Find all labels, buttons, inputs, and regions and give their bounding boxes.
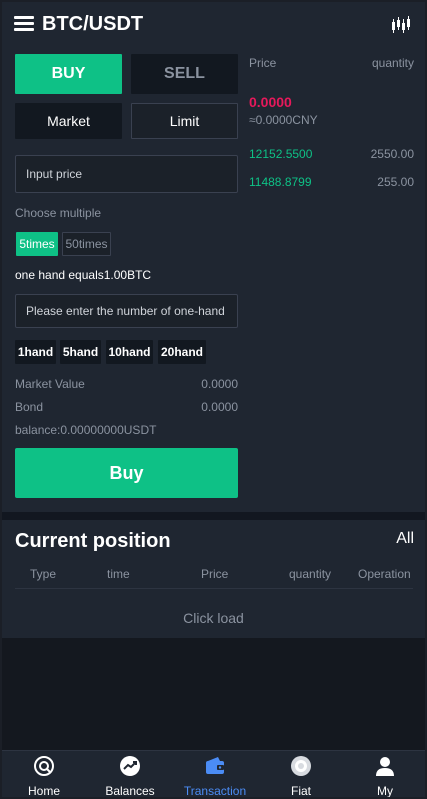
orderbook-row-price[interactable]: 11488.8799 — [249, 175, 312, 189]
nav-label: My — [377, 784, 393, 797]
app-frame: BTC/USDT BUY SELL Market Limit Input pri… — [2, 2, 425, 797]
sell-tab[interactable]: SELL — [131, 54, 238, 94]
balance-text: balance:0.00000000USDT — [15, 423, 157, 437]
orderbook-row-quantity: 255.00 — [377, 175, 414, 189]
multiple-5times[interactable]: 5times — [16, 232, 58, 256]
candlestick-chart-icon[interactable] — [391, 16, 411, 34]
home-icon — [34, 756, 54, 776]
price-input[interactable]: Input price — [15, 155, 238, 193]
market-value-label: Market Value — [15, 377, 85, 391]
orderbook-row-quantity: 2550.00 — [370, 147, 414, 161]
wallet-icon — [206, 757, 224, 774]
bottom-nav: Home Balances Transaction Fiat My — [2, 750, 425, 797]
nav-item-balances[interactable]: Balances — [88, 751, 172, 797]
choose-multiple-label: Choose multiple — [15, 206, 102, 220]
column-header-quantity: quantity — [289, 567, 332, 581]
empty-area — [2, 638, 425, 750]
one-hand-text: one hand equals1.00BTC — [15, 268, 152, 282]
nav-item-fiat[interactable]: Fiat — [259, 751, 343, 797]
nav-label: Balances — [105, 784, 155, 797]
buy-button[interactable]: Buy — [15, 448, 238, 498]
nav-label: Home — [27, 784, 60, 797]
orderbook-quantity-header: quantity — [371, 56, 414, 70]
hamburger-menu-icon[interactable] — [14, 16, 34, 32]
bond-value: 0.0000 — [201, 400, 238, 414]
nav-item-transaction[interactable]: Transaction — [173, 751, 257, 797]
nav-label: Transaction — [183, 784, 247, 797]
current-price: 0.0000 — [249, 94, 292, 110]
nav-label: Fiat — [290, 784, 311, 797]
market-value: 0.0000 — [201, 377, 238, 391]
cny-value: ≈0.0000CNY — [249, 113, 318, 127]
hand-option-5[interactable]: 5hand — [60, 340, 101, 364]
click-load-button[interactable]: Click load — [2, 610, 425, 626]
limit-tab[interactable]: Limit — [131, 103, 238, 139]
page-title: BTC/USDT — [42, 13, 144, 35]
nav-item-my[interactable]: My — [343, 751, 425, 797]
balances-chart-icon — [120, 756, 140, 776]
buy-tab[interactable]: BUY — [15, 54, 122, 94]
position-title: Current position — [15, 530, 171, 552]
orderbook-row-price[interactable]: 12152.5500 — [249, 147, 312, 161]
multiple-50times[interactable]: 50times — [62, 232, 111, 256]
orderbook-price-header: Price — [249, 56, 277, 70]
column-header-time: time — [107, 567, 130, 581]
header-divider — [15, 588, 413, 589]
column-header-type: Type — [30, 567, 57, 581]
column-header-price: Price — [201, 567, 229, 581]
hand-option-20[interactable]: 20hand — [158, 340, 206, 364]
hand-option-1[interactable]: 1hand — [15, 340, 56, 364]
header: BTC/USDT — [2, 2, 425, 48]
fiat-coin-icon — [291, 756, 311, 776]
bond-label: Bond — [15, 400, 44, 414]
all-positions-link[interactable]: All — [396, 530, 414, 548]
market-tab[interactable]: Market — [15, 103, 122, 139]
section-divider — [2, 512, 425, 520]
hand-option-10[interactable]: 10hand — [106, 340, 153, 364]
hands-input[interactable]: Please enter the number of one-hand — [15, 294, 238, 328]
nav-item-home[interactable]: Home — [2, 751, 86, 797]
column-header-operation: Operation — [358, 567, 411, 581]
user-icon — [376, 757, 394, 776]
